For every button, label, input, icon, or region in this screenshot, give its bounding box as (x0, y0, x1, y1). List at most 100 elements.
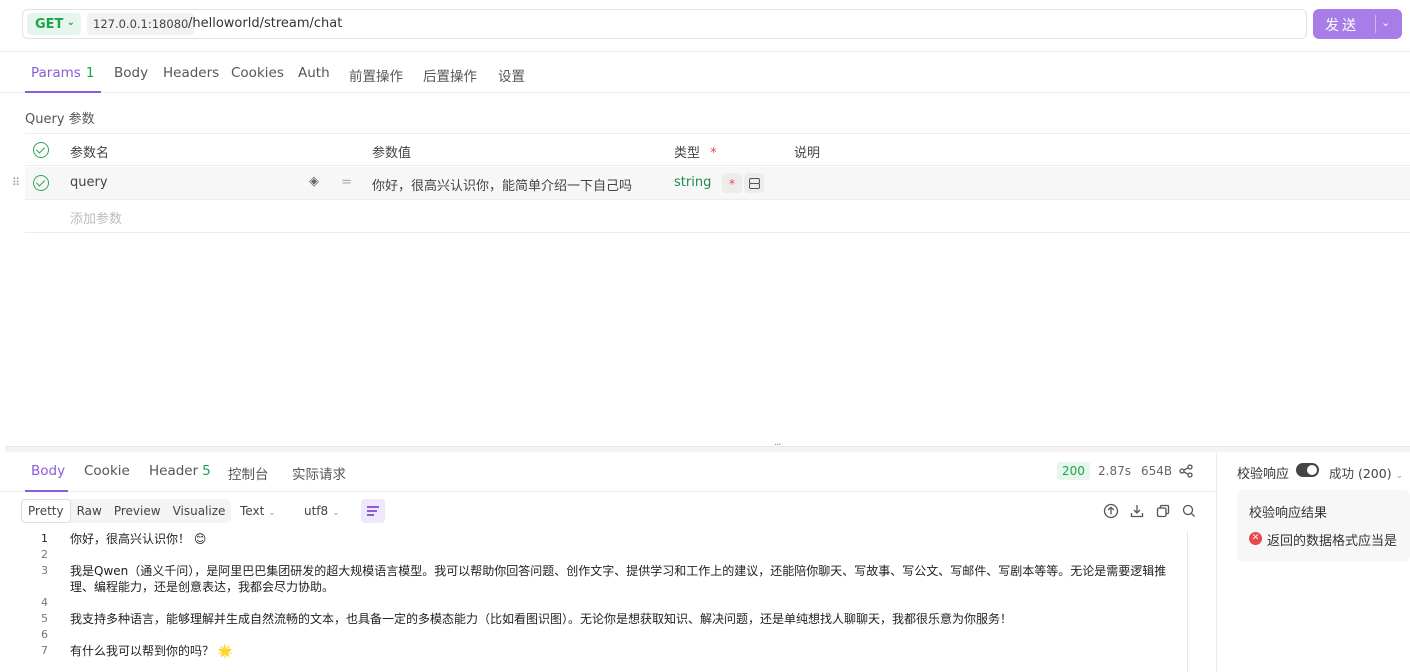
chevron-down-icon: ⌄ (268, 508, 276, 518)
line-number: 6 (41, 628, 48, 641)
response-size: 654B (1141, 464, 1173, 478)
validation-result-message: 返回的数据格式应当是 (1267, 534, 1398, 549)
validation-status-select[interactable]: 成功 (200) ⌄ (1329, 463, 1403, 482)
tab-count-badge: 5 (202, 463, 211, 479)
active-tab-indicator (25, 490, 68, 492)
code-scrollbar[interactable] (1187, 531, 1188, 672)
table-row[interactable]: ⠿ query ◈ = 你好，很高兴认识你，能简单介绍一下自己吗 string … (12, 167, 1410, 200)
param-value-cell[interactable]: 你好，很高兴认识你，能简单介绍一下自己吗 (372, 175, 650, 194)
request-tabs: Params 1 Body Headers Cookies Auth 前置操作 后… (0, 53, 1410, 93)
add-param-row[interactable]: 添加参数 (25, 200, 1410, 233)
line-number: 5 (41, 612, 48, 625)
tab-label: Header (149, 463, 199, 479)
line-text: 我是Qwen（通义千问），是阿里巴巴集团研发的超大规模语言模型。我可以帮助你回答… (70, 564, 1167, 594)
tab-response-cookie[interactable]: Cookie (84, 463, 130, 479)
tab-pre-operations[interactable]: 前置操作 (349, 65, 403, 85)
chevron-down-icon[interactable]: ⌄ (1381, 16, 1390, 29)
line-text: 你好，很高兴认识你！ 😊 (70, 532, 207, 546)
line-number: 7 (41, 644, 48, 657)
tab-cookies[interactable]: Cookies (231, 65, 284, 81)
active-tab-indicator (25, 91, 101, 93)
copy-icon[interactable] (1155, 503, 1171, 519)
tab-label: Params (31, 65, 81, 81)
view-mode-pretty[interactable]: Pretty (21, 499, 71, 523)
query-params-title: Query 参数 (25, 112, 95, 127)
format-select[interactable]: Text ⌄ (240, 504, 276, 518)
tab-params[interactable]: Params 1 (31, 65, 94, 81)
column-header-name: 参数名 (70, 146, 110, 161)
param-name-cell[interactable]: query (70, 175, 108, 190)
response-tabs: Body Cookie Header 5 控制台 实际请求 200 2.87s 6… (0, 452, 1215, 492)
params-table-header: 参数名 参数值 类型 * 说明 (25, 133, 1410, 166)
send-button[interactable]: 发送 ⌄ (1313, 9, 1402, 39)
send-button-label: 发送 (1325, 18, 1359, 34)
view-mode-toolbar: Pretty Raw Preview Visualize (21, 499, 232, 523)
encoding-select[interactable]: utf8 ⌄ (304, 504, 340, 518)
response-side-divider (1216, 452, 1217, 672)
drag-handle-icon[interactable]: ⠿ (12, 176, 20, 189)
equals-sign-icon: = (341, 175, 352, 190)
validate-response-toggle[interactable] (1296, 463, 1319, 477)
view-mode-group: Pretty Raw Preview Visualize (21, 499, 232, 523)
link-icon[interactable] (744, 173, 764, 193)
view-mode-preview[interactable]: Preview (108, 499, 167, 523)
tab-response-header[interactable]: Header 5 (149, 463, 211, 479)
request-bar: GET ⌄ 127.0.0.1:18080 /helloworld/stream… (0, 0, 1410, 52)
tab-auth[interactable]: Auth (298, 65, 330, 81)
url-input-box[interactable]: GET ⌄ 127.0.0.1:18080 /helloworld/stream… (22, 9, 1307, 39)
tab-response-body[interactable]: Body (31, 463, 65, 479)
line-number: 3 (41, 564, 48, 577)
line-text: 我支持多种语言，能够理解并生成自然流畅的文本，也具备一定的多模态能力（比如看图识… (70, 612, 1013, 626)
view-mode-visualize[interactable]: Visualize (167, 499, 232, 523)
tab-actual-request[interactable]: 实际请求 (292, 463, 346, 483)
method-label: GET (35, 16, 64, 32)
search-icon[interactable] (1181, 503, 1197, 519)
line-text: 有什么我可以帮到你的吗？ 🌟 (70, 644, 233, 658)
word-wrap-button[interactable] (361, 499, 385, 523)
chevron-down-icon: ⌄ (1395, 471, 1404, 481)
format-select-value: Text (240, 504, 265, 518)
method-select[interactable]: GET ⌄ (27, 13, 81, 35)
send-button-divider (1375, 15, 1376, 33)
encoding-select-value: utf8 (304, 504, 329, 518)
response-body-viewer[interactable]: 1 你好，很高兴认识你！ 😊 2 3 我是Qwen（通义千问），是阿里巴巴集团研… (25, 531, 1185, 672)
select-all-checkbox[interactable] (33, 142, 49, 158)
column-header-type-label: 类型 (674, 146, 701, 161)
tab-headers[interactable]: Headers (163, 65, 219, 81)
tab-console[interactable]: 控制台 (228, 463, 269, 483)
tab-body[interactable]: Body (114, 65, 148, 81)
upload-icon[interactable] (1103, 503, 1119, 519)
splitter-handle-icon[interactable]: ··· (774, 440, 781, 451)
validation-status-value: 成功 (200) (1329, 466, 1392, 481)
error-icon: ✕ (1249, 532, 1262, 545)
validate-response-label: 校验响应 (1237, 467, 1290, 482)
response-time: 2.87s (1098, 464, 1131, 478)
url-path-input[interactable]: /helloworld/stream/chat (188, 16, 342, 31)
validation-result-box: 校验响应结果 ✕ 返回的数据格式应当是 (1237, 490, 1410, 562)
validation-result-title: 校验响应结果 (1249, 506, 1328, 521)
status-code-badge: 200 (1057, 462, 1090, 480)
wrap-icon-line (367, 506, 379, 508)
chevron-down-icon: ⌄ (66, 17, 75, 28)
line-number: 4 (41, 596, 48, 609)
line-number: 1 (41, 532, 48, 545)
chevron-down-icon: ⌄ (332, 508, 340, 518)
wrap-icon-line (367, 514, 374, 516)
column-header-value: 参数值 (372, 146, 412, 161)
required-marker: * (710, 146, 717, 161)
param-type-cell[interactable]: string (674, 175, 711, 190)
magic-variable-icon[interactable]: ◈ (309, 174, 319, 189)
column-header-description: 说明 (794, 146, 821, 161)
host-chip[interactable]: 127.0.0.1:18080 (87, 13, 195, 35)
required-toggle[interactable]: * (722, 173, 742, 193)
wrap-icon-line (367, 510, 377, 512)
add-param-placeholder[interactable]: 添加参数 (70, 208, 122, 227)
view-mode-raw[interactable]: Raw (71, 499, 108, 523)
tab-count-badge: 1 (85, 65, 95, 81)
column-header-type: 类型 * (674, 142, 717, 161)
tab-post-operations[interactable]: 后置操作 (423, 65, 477, 85)
download-icon[interactable] (1129, 503, 1145, 519)
row-enabled-checkbox[interactable] (33, 175, 49, 191)
share-icon[interactable] (1179, 464, 1193, 478)
tab-settings[interactable]: 设置 (498, 65, 525, 85)
